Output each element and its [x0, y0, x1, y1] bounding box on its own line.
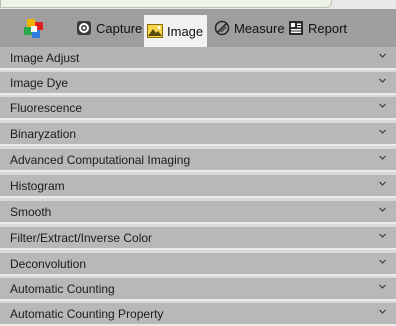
image-icon	[147, 24, 163, 38]
report-icon	[289, 21, 303, 35]
panel-binaryzation[interactable]: Binaryzation	[0, 123, 396, 146]
chevron-down-icon	[379, 181, 386, 186]
panel-advanced-computational-imaging[interactable]: Advanced Computational Imaging	[0, 149, 396, 172]
panel-histogram[interactable]: Histogram	[0, 175, 396, 198]
chevron-down-icon	[379, 129, 386, 134]
chevron-down-icon	[379, 103, 386, 108]
capture-icon	[77, 21, 91, 35]
chevron-down-icon	[379, 309, 386, 314]
chevron-down-icon	[379, 53, 386, 58]
chevron-down-icon	[379, 78, 386, 83]
tab-capture-label: Capture	[96, 20, 143, 36]
top-strip-inner	[0, 0, 332, 8]
panel-smooth[interactable]: Smooth	[0, 201, 396, 224]
window-top-strip	[0, 0, 396, 9]
tab-report[interactable]: Report	[288, 17, 347, 39]
panel-label: Deconvolution	[10, 257, 87, 271]
panel-image-adjust[interactable]: Image Adjust	[0, 47, 396, 70]
panel-label: Smooth	[10, 205, 52, 219]
chevron-down-icon	[379, 284, 386, 289]
tab-image-label: Image	[167, 23, 204, 39]
panel-label: Advanced Computational Imaging	[10, 153, 191, 167]
panel-label: Histogram	[10, 179, 65, 193]
panel-label: Image Adjust	[10, 51, 80, 65]
panel-label: Filter/Extract/Inverse Color	[10, 231, 153, 245]
tab-report-label: Report	[308, 20, 348, 36]
chevron-down-icon	[379, 259, 386, 264]
chevron-down-icon	[379, 233, 386, 238]
panel-deconvolution[interactable]: Deconvolution	[0, 253, 396, 276]
panel-fluorescence[interactable]: Fluorescence	[0, 97, 396, 120]
tab-measure[interactable]: Measure	[214, 17, 285, 39]
panel-automatic-counting[interactable]: Automatic Counting	[0, 278, 396, 301]
panel-label: Fluorescence	[10, 101, 83, 115]
panel-filter-extract-inverse-color[interactable]: Filter/Extract/Inverse Color	[0, 227, 396, 250]
measure-icon	[214, 20, 230, 36]
tab-capture[interactable]: Capture	[76, 17, 142, 39]
panel-image-dye[interactable]: Image Dye	[0, 72, 396, 95]
panel-label: Image Dye	[10, 76, 69, 90]
panel-label: Binaryzation	[10, 127, 77, 141]
tab-measure-label: Measure	[234, 20, 285, 36]
main-toolbar: Capture Image Measure Report	[0, 9, 396, 47]
chevron-down-icon	[379, 207, 386, 212]
chevron-down-icon	[379, 155, 386, 160]
panel-label: Automatic Counting	[10, 282, 115, 296]
panel-automatic-counting-property[interactable]: Automatic Counting Property	[0, 303, 396, 326]
tab-image[interactable]: Image	[144, 15, 208, 47]
app-logo-icon[interactable]	[24, 19, 44, 39]
